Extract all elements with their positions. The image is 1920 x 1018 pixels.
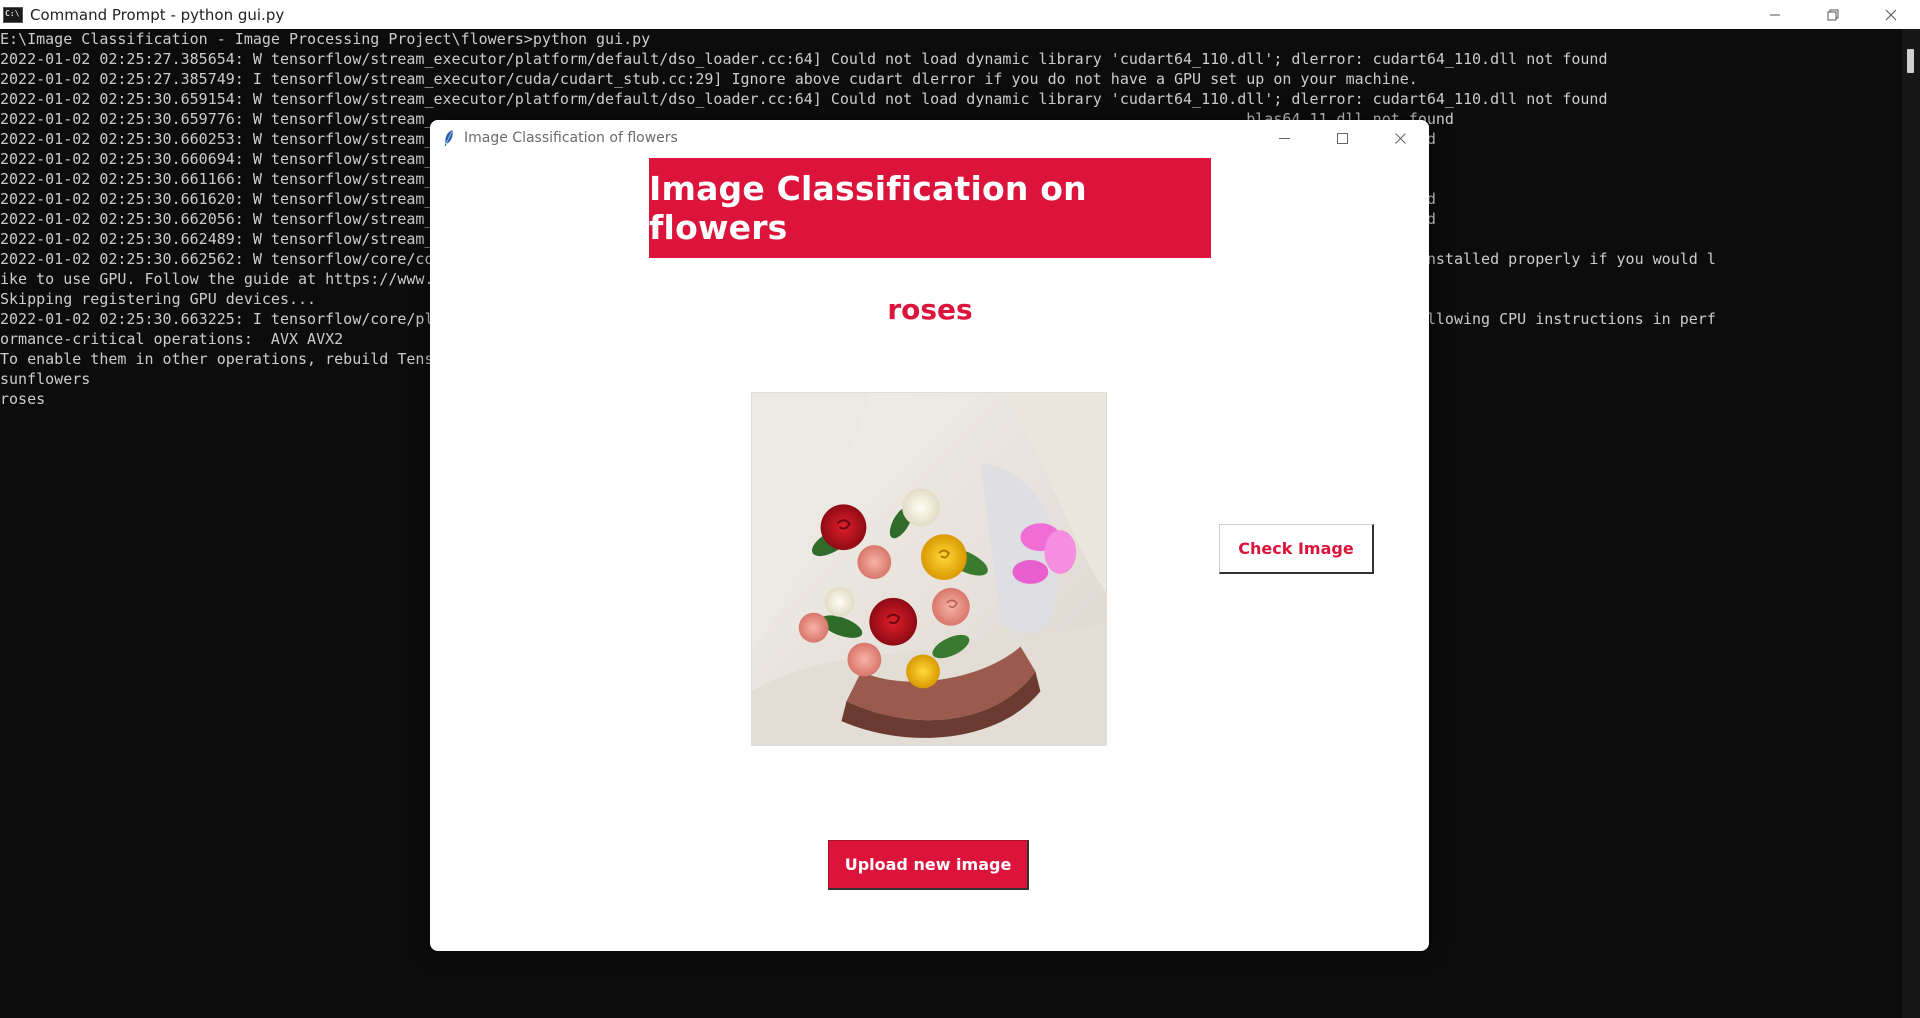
minimize-icon: [1278, 137, 1290, 139]
app-window-controls: [1255, 120, 1429, 156]
restore-icon: [1827, 9, 1839, 20]
console-line: 2022-01-02 02:25:30.659154: W tensorflow…: [0, 90, 1608, 108]
minimize-button[interactable]: [1746, 0, 1804, 29]
console-scrollbar[interactable]: [1902, 29, 1920, 1018]
console-line: 2022-01-02 02:25:27.385654: W tensorflow…: [0, 50, 1608, 68]
prediction-label: roses: [887, 293, 973, 326]
close-button[interactable]: [1862, 0, 1920, 29]
upload-image-button[interactable]: Upload new image: [828, 840, 1029, 890]
console-line: 2022-01-02 02:25:27.385749: I tensorflow…: [0, 70, 1418, 88]
app-maximize-button[interactable]: [1313, 120, 1371, 156]
app-title: Image Classification of flowers: [464, 130, 678, 146]
check-image-button[interactable]: Check Image: [1219, 524, 1374, 574]
app-window: Image Classification of flowers Image Cl…: [430, 120, 1429, 951]
app-minimize-button[interactable]: [1255, 120, 1313, 156]
console-line: E:\Image Classification - Image Processi…: [0, 30, 651, 48]
rose-bouquet-photo: [751, 392, 1107, 746]
minimize-icon: [1770, 14, 1780, 15]
close-icon: [1394, 132, 1406, 144]
app-titlebar[interactable]: Image Classification of flowers: [430, 120, 1429, 156]
close-icon: [1885, 9, 1897, 20]
restore-button[interactable]: [1804, 0, 1862, 29]
feather-icon: [442, 128, 458, 148]
app-close-button[interactable]: [1371, 120, 1429, 156]
page-title: Image Classification on flowers: [649, 169, 1087, 247]
heading-banner: Image Classification on flowers: [649, 158, 1211, 258]
cmd-icon: [3, 6, 23, 23]
console-title: Command Prompt - python gui.py: [30, 5, 285, 24]
console-titlebar[interactable]: Command Prompt - python gui.py: [0, 0, 1920, 29]
maximize-icon: [1336, 132, 1348, 144]
console-window-controls: [1746, 0, 1920, 29]
scrollbar-thumb[interactable]: [1907, 49, 1914, 73]
